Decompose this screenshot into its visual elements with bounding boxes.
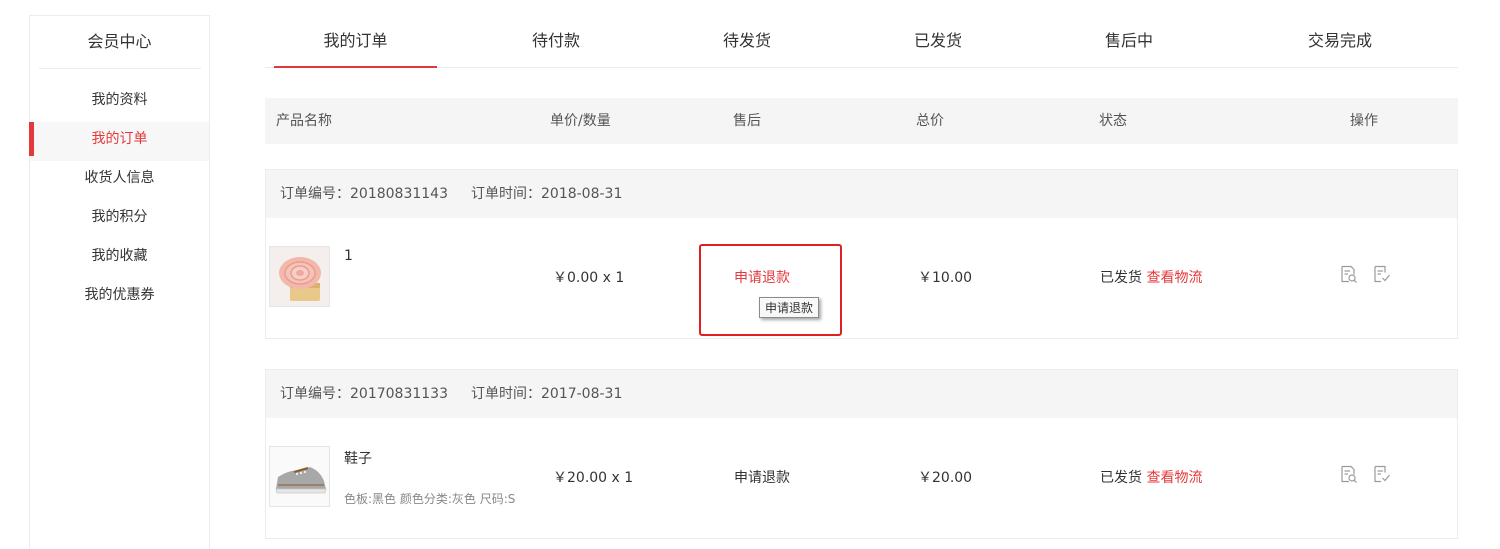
view-detail-icon[interactable] bbox=[1339, 265, 1358, 284]
tab-pending-shipment[interactable]: 待发货 bbox=[676, 15, 818, 67]
view-logistics-link[interactable]: 查看物流 bbox=[1146, 270, 1202, 286]
order-total: ￥10.00 bbox=[918, 270, 973, 286]
header-status: 状态 bbox=[1099, 113, 1127, 129]
sidebar-item-orders[interactable]: 我的订单 bbox=[29, 122, 209, 161]
order-time: 订单时间：2017-08-31 bbox=[471, 386, 623, 402]
header-price-qty: 单价/数量 bbox=[550, 113, 611, 129]
status-text: 已发货 bbox=[1100, 470, 1142, 486]
sidebar-title: 会员中心 bbox=[87, 32, 152, 51]
order-header: 订单编号：20170831133 订单时间：2017-08-31 bbox=[266, 370, 1457, 418]
sidebar-item-consignee[interactable]: 收货人信息 bbox=[30, 161, 209, 200]
order-status: 已发货 查看物流 bbox=[1100, 270, 1202, 286]
review-icon[interactable] bbox=[1372, 465, 1391, 484]
product-image[interactable] bbox=[269, 446, 330, 507]
review-icon[interactable] bbox=[1372, 265, 1391, 284]
sidebar-menu: 我的资料 我的订单 收货人信息 我的积分 我的收藏 我的优惠券 bbox=[29, 83, 209, 317]
refund-link[interactable]: 申请退款 bbox=[734, 470, 790, 486]
refund-highlight-box bbox=[699, 244, 842, 336]
order-number: 订单编号：20170831133 bbox=[280, 386, 448, 402]
order-number: 订单编号：20180831143 bbox=[280, 186, 448, 202]
sidebar-item-coupons[interactable]: 我的优惠券 bbox=[30, 278, 209, 317]
order-time: 订单时间：2018-08-31 bbox=[471, 186, 623, 202]
tab-my-orders[interactable]: 我的订单 bbox=[274, 15, 437, 68]
header-action: 操作 bbox=[1350, 113, 1378, 129]
refund-tooltip: 申请退款 bbox=[759, 297, 820, 318]
header-total: 总价 bbox=[916, 113, 944, 129]
view-detail-icon[interactable] bbox=[1339, 465, 1358, 484]
order-tabs: 我的订单 待付款 待发货 已发货 售后中 交易完成 bbox=[265, 15, 1458, 68]
product-image[interactable] bbox=[269, 246, 330, 307]
product-spec: 色板:黑色 颜色分类:灰色 尺码:S bbox=[344, 492, 516, 506]
view-logistics-link[interactable]: 查看物流 bbox=[1146, 470, 1202, 486]
order-status: 已发货 查看物流 bbox=[1100, 470, 1202, 486]
tab-shipped[interactable]: 已发货 bbox=[867, 15, 1009, 67]
tab-completed[interactable]: 交易完成 bbox=[1269, 15, 1411, 67]
status-text: 已发货 bbox=[1100, 270, 1142, 286]
tab-pending-payment[interactable]: 待付款 bbox=[485, 15, 627, 67]
member-sidebar: 会员中心 我的资料 我的订单 收货人信息 我的积分 我的收藏 我的优惠券 bbox=[29, 15, 210, 549]
order-header: 订单编号：20180831143 订单时间：2018-08-31 bbox=[266, 170, 1457, 218]
sidebar-divider bbox=[39, 68, 201, 69]
sidebar-item-profile[interactable]: 我的资料 bbox=[30, 83, 209, 122]
order-total: ￥20.00 bbox=[918, 470, 973, 486]
sidebar-item-points[interactable]: 我的积分 bbox=[30, 200, 209, 239]
price-quantity: ￥0.00 x 1 bbox=[553, 270, 625, 286]
tab-after-sale[interactable]: 售后中 bbox=[1058, 15, 1200, 67]
product-name[interactable]: 鞋子 bbox=[344, 448, 372, 468]
order-table-header: 产品名称 单价/数量 售后 总价 状态 操作 bbox=[265, 98, 1458, 144]
product-name[interactable]: 1 bbox=[344, 248, 353, 264]
order-card: 订单编号：20170831133 订单时间：2017-08-31 鞋子 色板:黑… bbox=[265, 369, 1458, 539]
price-quantity: ￥20.00 x 1 bbox=[553, 470, 634, 486]
header-after-sale: 售后 bbox=[733, 113, 761, 129]
order-card: 订单编号：20180831143 订单时间：2018-08-31 1 ￥0.00… bbox=[265, 169, 1458, 339]
header-product-name: 产品名称 bbox=[276, 113, 332, 129]
sidebar-item-favorites[interactable]: 我的收藏 bbox=[30, 239, 209, 278]
